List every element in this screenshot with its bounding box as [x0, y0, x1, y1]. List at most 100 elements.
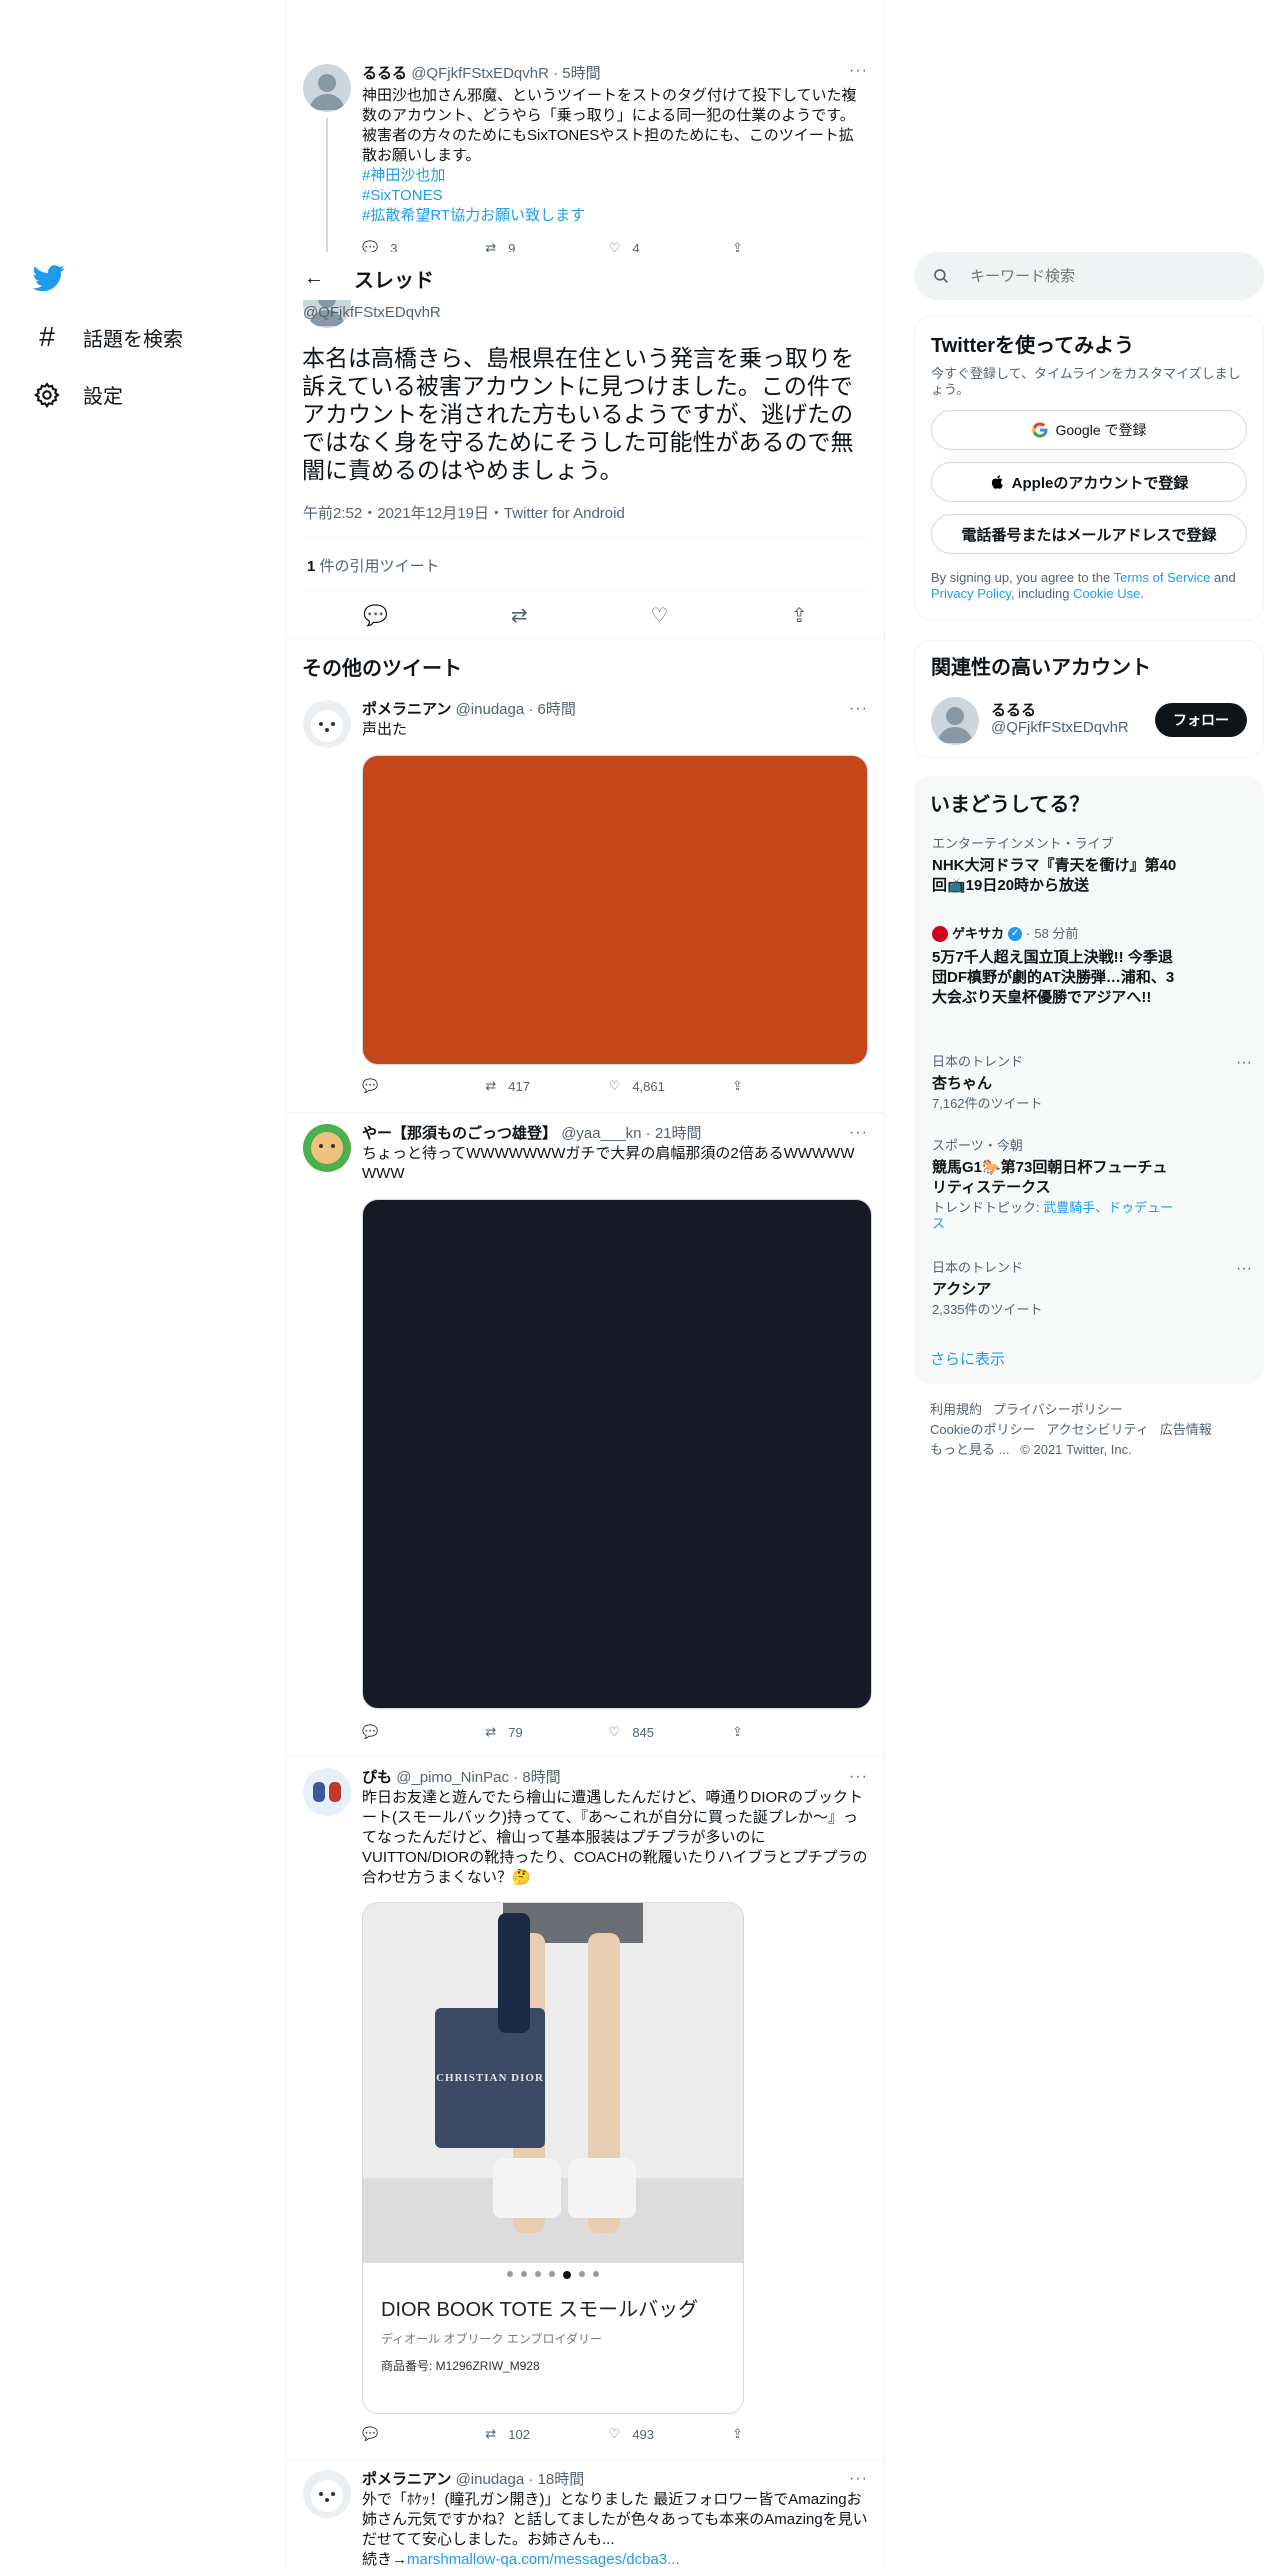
trend-item[interactable]: スポーツ・今朝 競馬G1🐎第73回朝日杯フューチュリティステークス トレンドトピ… [932, 1138, 1252, 1232]
tweet-meta[interactable]: 午前2:52・2021年12月19日・Twitter for Android [303, 502, 625, 523]
avatar[interactable] [303, 1124, 351, 1172]
privacy-link[interactable]: Privacy Policy [931, 586, 1011, 601]
author-name[interactable]: ポメラニアン [362, 701, 451, 718]
apple-signup-label: Appleのアカウントで登録 [1011, 474, 1189, 492]
like-count: 845 [632, 1724, 655, 1740]
author-handle[interactable]: @QFjkfFStxEDqvhR [411, 65, 549, 82]
tweet[interactable]: ポメラニアン @inudaga · 6時間 声出た ··· 💬 ⇄ 417 ♡ 4,… [286, 700, 884, 1112]
tweet-image[interactable] [362, 755, 868, 1065]
search-input[interactable] [970, 267, 1230, 285]
follow-button[interactable]: フォロー [1155, 703, 1247, 737]
trend-item[interactable]: 日本のトレンド アクシア 2,335件のツイート ··· [932, 1260, 1252, 1318]
footer-ads-link[interactable]: 広告情報 [1160, 1422, 1212, 1437]
nav-explore[interactable]: # 話題を検索 [33, 321, 183, 353]
external-link[interactable]: marshmallow-qa.com/messages/dcba3... [407, 2551, 680, 2568]
cookie-link[interactable]: Cookie Use [1073, 586, 1140, 601]
avatar[interactable] [303, 700, 351, 748]
footer-accessibility-link[interactable]: アクセシビリティ [1046, 1422, 1149, 1437]
link-card[interactable]: CHRISTIAN DIOR DIOR BOOK TOTE スモールバッグ ディ… [362, 1902, 744, 2414]
trend-count: 7,162件のツイート [932, 1096, 1043, 1111]
trend-item[interactable]: エンターテインメント・ライブ NHK大河ドラマ『青天を衝け』第40回📺19日20… [932, 836, 1252, 896]
author-name[interactable]: るるる [362, 65, 407, 82]
show-more-link[interactable]: さらに表示 [930, 1348, 1005, 1369]
parent-tweet[interactable]: るるる @QFjkfFStxEDqvhR · 5時間 神田沙也加さん邪魔、という… [286, 62, 884, 256]
author-handle[interactable]: @QFjkfFStxEDqvhR [303, 304, 441, 321]
more-icon[interactable]: ··· [1236, 1260, 1252, 1278]
more-icon[interactable]: ··· [849, 1124, 868, 1142]
more-icon[interactable]: ··· [849, 2470, 868, 2488]
retweet-count: 417 [508, 1078, 530, 1094]
tweet[interactable]: ポメラニアン @inudaga · 18時間 外で「ﾎｹｯ！(瞳孔ガン開き)」と… [286, 2470, 884, 2568]
account-name[interactable]: るるる [991, 699, 1036, 720]
author-name[interactable]: ぴも [362, 1769, 392, 1786]
trend-title: 競馬G1🐎第73回朝日杯フューチュリティステークス [932, 1159, 1168, 1196]
reply-button[interactable]: 💬 [362, 2426, 422, 2442]
tweet[interactable]: ぴも @_pimo_NinPac · 8時間 昨日お友達と遊んでたら檜山に遭遇し… [286, 1768, 884, 2460]
footer-more-link[interactable]: もっと見る ... [930, 1442, 1009, 1457]
share-icon[interactable]: ⇪ [791, 603, 808, 628]
trend-count: 2,335件のツイート [932, 1302, 1043, 1317]
tweet-time[interactable]: 6時間 [538, 701, 576, 718]
terms-link[interactable]: Terms of Service [1114, 570, 1211, 585]
hashtag-link[interactable]: #拡散希望RT協力お願い致します [362, 206, 868, 226]
reply-button[interactable]: 💬 [362, 1078, 422, 1094]
like-button[interactable]: ♡ 4,861 [609, 1078, 669, 1094]
tweet-time[interactable]: 8時間 [522, 1769, 560, 1786]
google-signup-button[interactable]: Google で登録 [931, 410, 1247, 450]
like-button[interactable]: ♡ 493 [609, 2426, 669, 2442]
footer-cookie-link[interactable]: Cookieのポリシー [930, 1422, 1035, 1437]
carousel-dots[interactable] [363, 2271, 743, 2279]
tweet[interactable]: やー【那須ものごっつ雄登】 @yaa___kn · 21時間 ちょっと待ってWW… [286, 1124, 884, 1744]
tweet-time[interactable]: 21時間 [655, 1125, 702, 1142]
avatar[interactable] [303, 64, 351, 112]
hashtag-link[interactable]: #神田沙也加 [362, 166, 868, 186]
heart-icon: ♡ [608, 1724, 621, 1739]
share-button[interactable]: ⇪ [732, 1078, 792, 1094]
twitter-logo-icon[interactable] [33, 262, 65, 294]
author-handle[interactable]: @yaa___kn [561, 1125, 641, 1142]
avatar[interactable] [303, 2470, 351, 2518]
heart-icon[interactable]: ♡ [650, 603, 668, 628]
avatar[interactable] [303, 1768, 351, 1816]
share-button[interactable]: ⇪ [732, 2426, 792, 2442]
footer-terms-link[interactable]: 利用規約 [930, 1402, 982, 1417]
nav-settings[interactable]: 設定 [33, 380, 123, 409]
avatar[interactable] [931, 697, 979, 745]
trend-topic-label: トレンドトピック: [932, 1200, 1044, 1215]
like-count: 493 [632, 2426, 655, 2442]
retweet-icon[interactable]: ⇄ [511, 603, 528, 628]
more-icon[interactable]: ··· [849, 62, 868, 80]
author-handle[interactable]: @inudaga [456, 701, 525, 718]
hashtag-link[interactable]: #SixTONES [362, 186, 868, 206]
trends-card: いまどうしてる？ エンターテインメント・ライブ NHK大河ドラマ『青天を衝け』第… [914, 776, 1264, 1384]
tweet-time[interactable]: 5時間 [562, 65, 600, 82]
author-name[interactable]: ポメラニアン [362, 2471, 451, 2488]
account-handle[interactable]: @QFjkfFStxEDqvhR [991, 719, 1129, 736]
tweet-image[interactable] [362, 1199, 872, 1709]
search-box[interactable] [914, 252, 1264, 300]
quote-tweets-link[interactable]: 1 件の引用ツイート [307, 555, 440, 576]
trend-item[interactable]: ゲキサカ ✓ · 58 分前 5万7千人超え国立頂上決戦!! 今季退団DF槙野が劇… [932, 926, 1252, 1008]
retweet-button[interactable]: ⇄ 79 [485, 1724, 545, 1740]
author-handle[interactable]: @_pimo_NinPac [396, 1769, 509, 1786]
like-button[interactable]: ♡ 845 [609, 1724, 669, 1740]
apple-signup-button[interactable]: Appleのアカウントで登録 [931, 462, 1247, 502]
retweet-button[interactable]: ⇄ 102 [485, 2426, 545, 2442]
reply-button[interactable]: 💬 [362, 1724, 422, 1740]
footer-privacy-link[interactable]: プライバシーポリシー [993, 1402, 1123, 1417]
reply-icon[interactable]: 💬 [363, 603, 388, 628]
more-icon[interactable]: ··· [1236, 1054, 1252, 1072]
retweet-button[interactable]: ⇄ 417 [485, 1078, 545, 1094]
author-name[interactable]: やー【那須ものごっつ雄登】 [362, 1125, 557, 1142]
author-handle[interactable]: @inudaga [456, 2471, 525, 2488]
more-icon[interactable]: ··· [849, 1768, 868, 1786]
tweet-time[interactable]: 18時間 [538, 2471, 585, 2488]
trend-item[interactable]: 日本のトレンド 杏ちゃん 7,162件のツイート ··· [932, 1054, 1252, 1112]
tweet-header: ぴも @_pimo_NinPac · 8時間 [362, 1769, 561, 1786]
phone-email-signup-button[interactable]: 電話番号またはメールアドレスで登録 [931, 514, 1247, 554]
back-arrow-icon[interactable]: ← [302, 267, 326, 290]
share-button[interactable]: ⇪ [732, 1724, 792, 1740]
more-icon[interactable]: ··· [849, 700, 868, 718]
retweet-count: 102 [508, 2426, 530, 2442]
share-icon: ⇪ [731, 1078, 743, 1093]
